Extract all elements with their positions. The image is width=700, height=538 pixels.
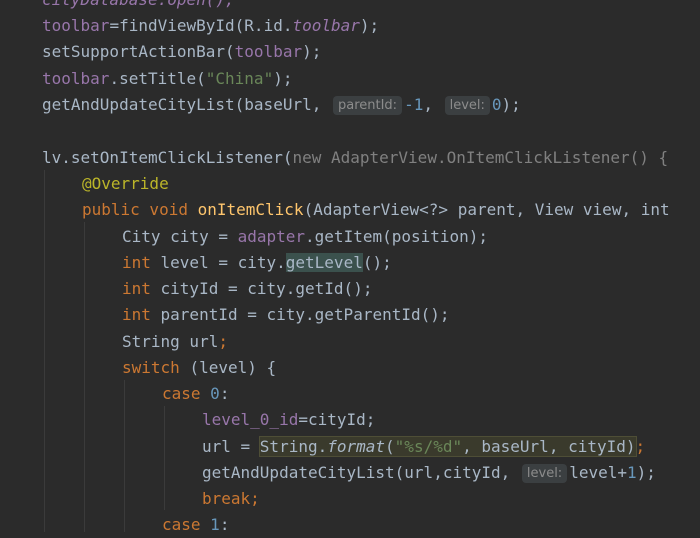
- code-token: );: [636, 463, 656, 482]
- code-token: ,: [462, 437, 482, 456]
- code-token: , cityId): [548, 437, 636, 456]
- code-line[interactable]: break;: [202, 486, 260, 512]
- code-token: :: [219, 515, 230, 534]
- code-token: );: [273, 69, 293, 88]
- code-line[interactable]: case 0:: [162, 381, 229, 407]
- code-token: ;: [218, 332, 228, 351]
- keyword: break: [202, 489, 251, 508]
- code-token: String url: [122, 332, 219, 351]
- code-token: new AdapterView.OnItemClickListener() {: [292, 148, 669, 167]
- code-token: format: [327, 437, 386, 456]
- code-token: toolbar: [234, 42, 303, 61]
- code-token: );: [501, 95, 521, 114]
- code-token: setSupportActionBar(: [42, 42, 235, 61]
- parameter-hint: level:: [444, 96, 490, 115]
- code-token: );: [302, 42, 322, 61]
- code-token: url =: [202, 437, 260, 456]
- code-token: level+: [569, 463, 627, 482]
- keyword: int: [122, 279, 161, 298]
- code-token: ;: [635, 437, 646, 456]
- parameter-hint: parentId:: [332, 96, 403, 115]
- string-literal: "China": [205, 69, 274, 88]
- indent-guide: [124, 380, 125, 532]
- code-line[interactable]: case 1:: [162, 512, 229, 538]
- keyword: case: [162, 384, 211, 403]
- indent-guide: [44, 170, 45, 532]
- code-token: :: [219, 384, 230, 403]
- code-line[interactable]: cityDatabase.open();: [42, 0, 235, 13]
- code-token: ();: [362, 253, 392, 272]
- code-line[interactable]: City city = adapter.getItem(position);: [122, 224, 488, 250]
- code-line[interactable]: setSupportActionBar(toolbar);: [42, 39, 321, 65]
- code-token: cityId = city.getId();: [160, 279, 373, 298]
- number-literal: 0: [210, 384, 220, 403]
- code-token: City city =: [122, 227, 238, 246]
- code-token: (AdapterView<?> parent, View view, int: [303, 200, 670, 219]
- code-token: level = city.: [160, 253, 286, 272]
- code-line[interactable]: int level = city.getLevel();: [122, 250, 392, 276]
- code-token: level_0_id: [202, 410, 299, 429]
- parameter-hint: level:: [521, 464, 568, 483]
- code-token: lv.setOnItemClickListener(: [42, 148, 293, 167]
- code-line[interactable]: switch (level) {: [122, 355, 276, 381]
- code-token: getAndUpdateCityList(baseUrl,: [42, 95, 331, 114]
- code-line[interactable]: getAndUpdateCityList(url,cityId, level: l…: [202, 460, 656, 486]
- code-line[interactable]: level_0_id=cityId;: [202, 407, 375, 433]
- code-token: .setTitle(: [109, 69, 206, 88]
- method-name: onItemClick: [197, 200, 304, 219]
- code-line[interactable]: String url;: [122, 329, 228, 355]
- code-token: String.: [259, 437, 328, 456]
- code-text: cityDatabase.open();: [42, 0, 235, 9]
- code-token: toolbar: [42, 69, 110, 88]
- string-literal: "%s/%d": [394, 437, 463, 456]
- code-token: (: [385, 437, 395, 456]
- code-token: (level) {: [189, 358, 277, 377]
- code-line[interactable]: url = String.format("%s/%d", baseUrl, ci…: [202, 434, 645, 460]
- code-token: parentId = city.getParentId();: [160, 305, 450, 324]
- code-token: getAndUpdateCityList(url,cityId,: [202, 463, 520, 482]
- highlighted-expression: String.format("%s/%d", baseUrl, cityId): [258, 436, 637, 457]
- code-editor[interactable]: cityDatabase.open(); toolbar=findViewByI…: [0, 0, 700, 534]
- code-token: =cityId;: [298, 410, 376, 429]
- code-line[interactable]: int parentId = city.getParentId();: [122, 302, 450, 328]
- number-literal: 0: [491, 95, 502, 114]
- highlighted-token: getLevel: [285, 253, 363, 272]
- number-literal: -1: [404, 95, 424, 114]
- code-line[interactable]: toolbar=findViewById(R.id.toolbar);: [42, 13, 379, 39]
- number-literal: 1: [210, 515, 220, 534]
- keyword: switch: [122, 358, 190, 377]
- code-token: =findViewById(R.id.: [109, 16, 293, 35]
- code-token: baseUrl: [481, 437, 549, 456]
- code-line[interactable]: @Override: [82, 171, 169, 197]
- number-literal: 1: [626, 463, 637, 482]
- code-line[interactable]: lv.setOnItemClickListener(new AdapterVie…: [42, 145, 668, 171]
- code-token: ,: [423, 95, 443, 114]
- code-token: .getItem(position);: [305, 227, 489, 246]
- annotation: @Override: [82, 174, 169, 193]
- code-token: toolbar: [292, 16, 360, 35]
- code-token: );: [359, 16, 380, 35]
- keyword: int: [122, 305, 161, 324]
- code-line[interactable]: int cityId = city.getId();: [122, 276, 372, 302]
- code-line[interactable]: toolbar.setTitle("China");: [42, 66, 292, 92]
- code-token: ;: [250, 489, 260, 508]
- code-token: adapter: [237, 227, 306, 246]
- code-line[interactable]: public void onItemClick(AdapterView<?> p…: [82, 197, 670, 223]
- code-token: toolbar: [42, 16, 110, 35]
- indent-guide: [164, 406, 165, 510]
- code-line[interactable]: getAndUpdateCityList(baseUrl, parentId: -…: [42, 92, 521, 118]
- keyword: case: [162, 515, 211, 534]
- keyword: int: [122, 253, 161, 272]
- keyword: public void: [82, 200, 198, 219]
- indent-guide: [84, 222, 85, 532]
